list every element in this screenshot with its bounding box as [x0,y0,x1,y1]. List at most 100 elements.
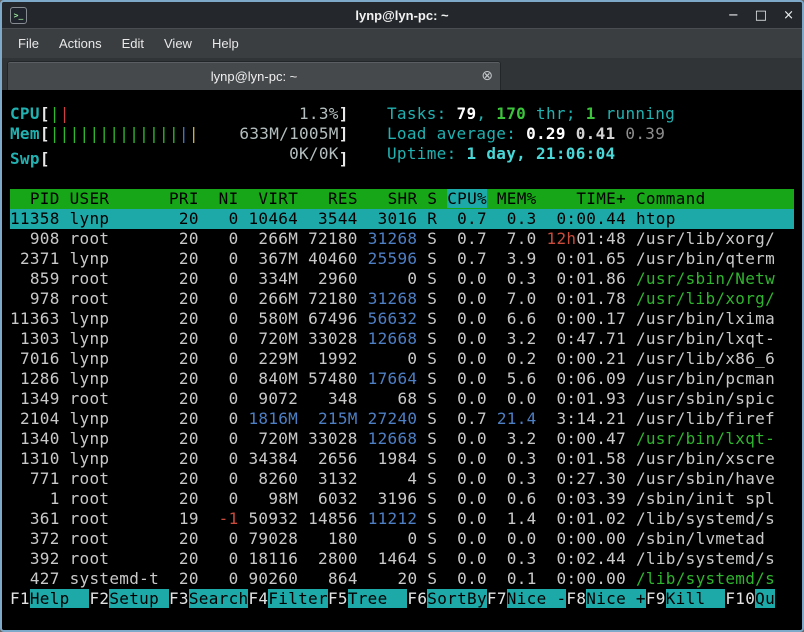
fkey-label-F9[interactable]: Kill [666,589,726,608]
cell-cmd: /usr/bin/lxqt- [636,429,775,448]
fkey-F10[interactable]: F10 [725,589,755,608]
tab-close-icon[interactable]: ⊗ [481,68,493,84]
process-table-header: PID USER PRI NI VIRT RES SHR S CPU% MEM%… [10,189,794,209]
tab-terminal-session[interactable]: lynp@lyn-pc: ~ ⊗ [7,61,501,90]
process-row[interactable]: 7016 lynp 20 0 229M 1992 0 S 0.0 0.2 0:0… [10,349,794,369]
menu-item-edit[interactable]: Edit [112,32,154,55]
process-row[interactable]: 2104 lynp 20 0 1816M 215M 27240 S 0.7 21… [10,409,794,429]
cell-shr: 1464 [378,549,418,568]
cell-time: 0:01.65 [556,249,626,268]
tasks-line: Tasks: 79, 170 thr; 1 running [387,104,675,124]
column-header-mem[interactable]: MEM% [497,189,537,208]
process-row[interactable]: 372 root 20 0 79028 180 0 S 0.0 0.0 0:00… [10,529,794,549]
fkey-label-F6[interactable]: SortBy [427,589,487,608]
cell-s: S [427,409,437,428]
cell-user: root [70,489,110,508]
cell-virt: 90260 [248,569,298,588]
cell-s: S [427,489,437,508]
fkey-label-F8[interactable]: Nice + [586,589,646,608]
column-header-res[interactable]: RES [328,189,358,208]
fkey-F7[interactable]: F7 [487,589,507,608]
fkey-F5[interactable]: F5 [328,589,348,608]
process-row[interactable]: 1 root 20 0 98M 6032 3196 S 0.0 0.6 0:03… [10,489,794,509]
process-row[interactable]: 392 root 20 0 18116 2800 1464 S 0.0 0.3 … [10,549,794,569]
column-header-user[interactable]: USER [70,189,110,208]
process-row[interactable]: 427 systemd-t 20 0 90260 864 20 S 0.0 0.… [10,569,794,589]
process-row[interactable]: 1303 lynp 20 0 720M 33028 12668 S 0.0 3.… [10,329,794,349]
process-row[interactable]: 1310 lynp 20 0 34384 2656 1984 S 0.0 0.3… [10,449,794,469]
fkey-label-F7[interactable]: Nice - [507,589,567,608]
process-row[interactable]: 361 root 19 -1 50932 14856 11212 S 0.0 1… [10,509,794,529]
fkey-label-F4[interactable]: Filter [268,589,328,608]
cell-virt: 334M [258,269,298,288]
cell-ni: -1 [219,509,239,528]
process-row-selected[interactable]: 11358 lynp 20 0 10464 3544 3016 R 0.7 0.… [10,209,794,229]
cell-ni: 0 [229,449,239,468]
fkey-F9[interactable]: F9 [646,589,666,608]
fkey-F8[interactable]: F8 [566,589,586,608]
fkey-label-F5[interactable]: Tree [348,589,408,608]
htop-meters: CPU[||1.3%] Mem[|||||||||||||||633M/1005… [10,104,387,169]
fkey-F1[interactable]: F1 [10,589,30,608]
column-header-shr[interactable]: SHR [388,189,418,208]
cell-pid: 1310 [20,449,60,468]
cell-ni: 0 [229,549,239,568]
column-header-pid[interactable]: PID [30,189,60,208]
process-row[interactable]: 1286 lynp 20 0 840M 57480 17664 S 0.0 5.… [10,369,794,389]
cell-user: root [70,469,110,488]
cell-virt: 720M [258,429,298,448]
cell-time: 0:01.58 [556,449,626,468]
fkey-F4[interactable]: F4 [248,589,268,608]
process-row[interactable]: 978 root 20 0 266M 72180 31268 S 0.0 7.0… [10,289,794,309]
column-header-pri[interactable]: PRI [169,189,199,208]
fkey-label-F2[interactable]: Setup [109,589,169,608]
process-row[interactable]: 11363 lynp 20 0 580M 67496 56632 S 0.0 6… [10,309,794,329]
column-header-cmd[interactable]: Command [636,189,706,208]
column-header-cpu[interactable]: CPU% [447,189,487,208]
column-header-virt[interactable]: VIRT [258,189,298,208]
menu-item-file[interactable]: File [8,32,49,55]
cell-s: S [427,249,437,268]
cell-virt: 266M [258,229,298,248]
fkey-label-F3[interactable]: Search [189,589,249,608]
fkey-F6[interactable]: F6 [407,589,427,608]
cell-mem: 0.3 [507,549,537,568]
cell-s: S [427,529,437,548]
minimize-icon[interactable]: − [728,7,739,24]
fkey-label-F1[interactable]: Help [30,589,90,608]
column-header-s[interactable]: S [427,189,437,208]
cell-user: root [70,289,110,308]
fkey-label-F10[interactable]: Qu [755,589,775,608]
cell-mem: 0.3 [507,269,537,288]
process-row[interactable]: 908 root 20 0 266M 72180 31268 S 0.7 7.0… [10,229,794,249]
cell-res: 14856 [308,509,358,528]
titlebar[interactable]: >_ lynp@lyn-pc: ~ − □ × [2,2,802,28]
process-row[interactable]: 1340 lynp 20 0 720M 33028 12668 S 0.0 3.… [10,429,794,449]
cell-user: root [70,509,110,528]
column-header-time[interactable]: TIME+ [576,189,626,208]
process-row[interactable]: 771 root 20 0 8260 3132 4 S 0.0 0.3 0:27… [10,469,794,489]
cell-cmd: /usr/bin/qterm [636,249,775,268]
menu-item-help[interactable]: Help [202,32,249,55]
cell-pri: 20 [179,249,199,268]
menu-item-view[interactable]: View [154,32,202,55]
cell-cpu: 0.0 [457,329,487,348]
process-row[interactable]: 859 root 20 0 334M 2960 0 S 0.0 0.3 0:01… [10,269,794,289]
close-icon[interactable]: × [783,7,794,24]
maximize-icon[interactable]: □ [755,7,767,24]
cell-res: 348 [328,389,358,408]
cpu-meter-bars: || [50,104,70,124]
menu-item-actions[interactable]: Actions [49,32,112,55]
fkey-F2[interactable]: F2 [89,589,109,608]
process-row[interactable]: 2371 lynp 20 0 367M 40460 25596 S 0.7 3.… [10,249,794,269]
cell-pri: 20 [179,329,199,348]
cell-time: 0:27.30 [556,469,626,488]
cell-time: 0:00.00 [557,569,627,588]
column-header-ni[interactable]: NI [219,189,239,208]
process-row[interactable]: 1349 root 20 0 9072 348 68 S 0.0 0.0 0:0… [10,389,794,409]
cell-pid: 427 [30,569,60,588]
terminal-screen[interactable]: CPU[||1.3%] Mem[|||||||||||||||633M/1005… [2,90,802,630]
fkey-F3[interactable]: F3 [169,589,189,608]
cell-ni: 0 [229,529,239,548]
cell-shr: 11212 [368,509,418,528]
